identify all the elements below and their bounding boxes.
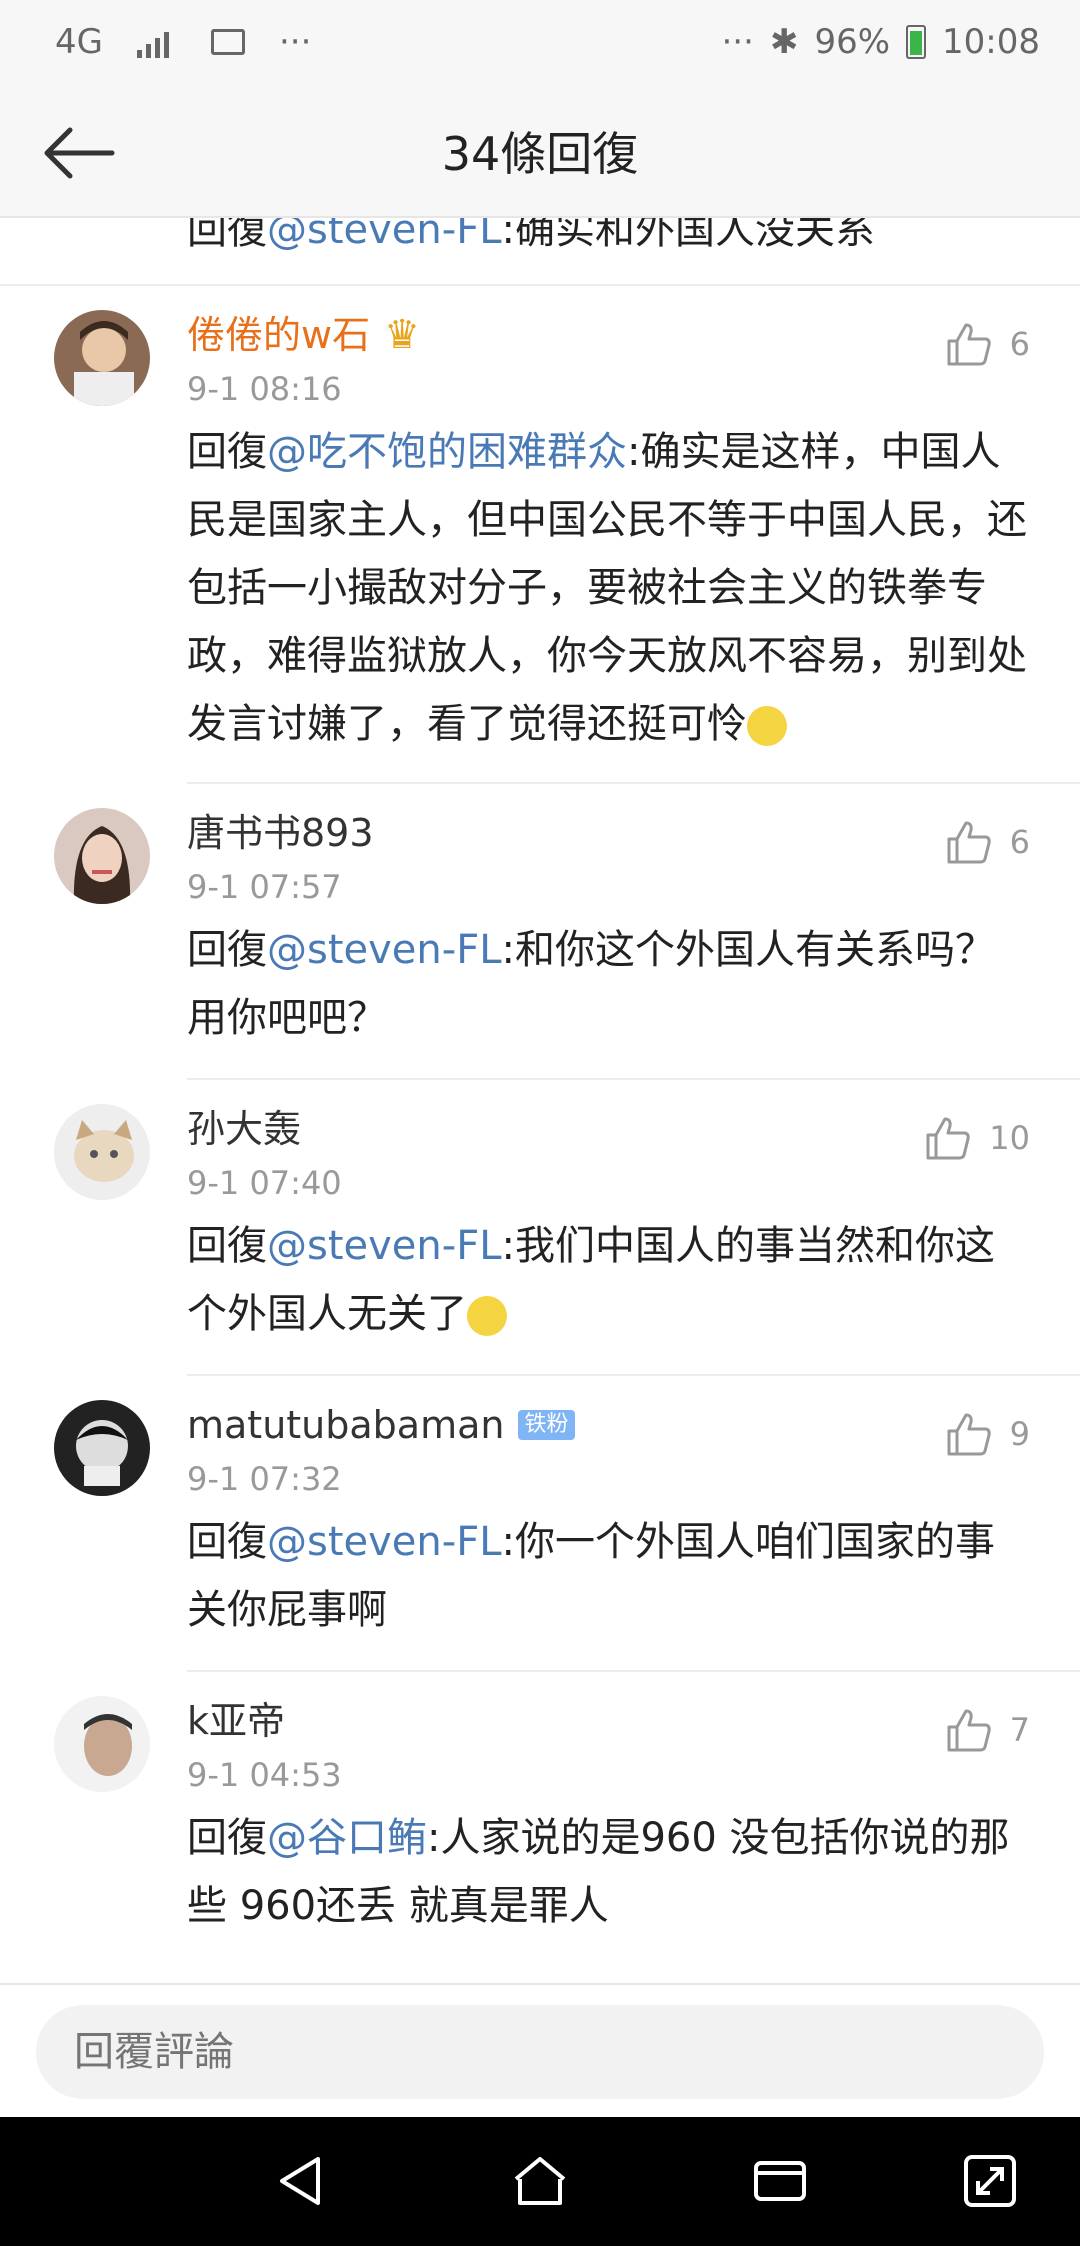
avatar[interactable] (54, 1104, 150, 1200)
mention-link[interactable]: @谷口鲔 (267, 1815, 427, 1861)
username[interactable]: k亚帝 (187, 1696, 285, 1746)
comment-body: 回復@吃不饱的困难群众:确实是这样，中国人民是国家主人，但中国公民不等于中国人民… (187, 418, 1080, 782)
comment-text: :确实和外国人没关系 (501, 218, 875, 253)
fan-badge: 铁粉 (518, 1410, 575, 1440)
thumbs-up-icon (947, 323, 991, 366)
avatar[interactable] (54, 1696, 150, 1792)
like-count: 9 (1009, 1415, 1030, 1453)
comment-item: 孙大轰 9-1 07:40 10 回復@steven-FL:我们中国人的事当然和… (54, 1080, 1080, 1376)
crown-icon: ♛ (384, 312, 420, 358)
comment-item: 唐书书893 9-1 07:57 6 回復@steven-FL:和你这个外国人有… (54, 784, 1080, 1080)
mention-link[interactable]: @steven-FL (267, 927, 502, 973)
nav-screen-toggle-icon[interactable] (960, 2151, 1020, 2211)
timestamp: 9-1 07:57 (187, 868, 342, 906)
grin-emoji-icon (467, 1296, 507, 1336)
mention-link[interactable]: @steven-FL (267, 1519, 502, 1565)
comment-item: matutubabaman 铁粉 9-1 07:32 9 回復@steven-F… (54, 1376, 1080, 1672)
reply-prefix: 回復 (187, 927, 267, 973)
username[interactable]: 倦倦的w石 (187, 310, 370, 360)
comment-item: k亚帝 9-1 04:53 7 回復@谷口鲔:人家说的是960 没包括你说的那些… (54, 1672, 1080, 1966)
battery-icon (906, 25, 927, 59)
comment-body: 回復@steven-FL:你一个外国人咱们国家的事关你屁事啊 (187, 1508, 1080, 1668)
image-notification-icon (210, 29, 245, 55)
network-indicator: 4G (55, 22, 103, 62)
thumbs-up-icon (947, 1413, 991, 1456)
like-button[interactable]: 10 (925, 1116, 1030, 1160)
timestamp: 9-1 07:40 (187, 1164, 342, 1202)
username[interactable]: 唐书书893 (187, 808, 374, 858)
like-count: 7 (1009, 1711, 1030, 1749)
like-count: 6 (1009, 325, 1030, 363)
signal-icon (136, 26, 177, 58)
reply-prefix: 回復 (187, 1223, 267, 1269)
timestamp: 9-1 08:16 (187, 370, 342, 408)
title-bar: 34條回復 (0, 90, 1080, 218)
avatar[interactable] (54, 310, 150, 406)
bluetooth-icon: ✱ (769, 22, 799, 62)
like-count: 6 (1009, 823, 1030, 861)
like-button[interactable]: 6 (946, 820, 1030, 864)
reply-prefix: 回復 (187, 1519, 267, 1565)
list-item-partial: 回復@steven-FL:确实和外国人没关系 (0, 218, 1080, 286)
avatar[interactable] (54, 808, 150, 904)
reply-bar (0, 1983, 1080, 2117)
thumbs-up-icon (947, 1709, 991, 1752)
more-notifications-icon: ··· (278, 22, 312, 62)
nav-home-icon[interactable] (510, 2151, 570, 2211)
username[interactable]: matutubabaman (187, 1400, 504, 1450)
sad-emoji-icon (747, 706, 787, 746)
battery-percent: 96% (814, 22, 891, 62)
mention-link[interactable]: @steven-FL (267, 1223, 502, 1269)
more-status-icon: ··· (721, 22, 754, 62)
nav-recents-icon[interactable] (750, 2151, 810, 2211)
reply-prefix: 回復 (187, 1815, 267, 1861)
thumbs-up-icon (926, 1117, 970, 1160)
timestamp: 9-1 07:32 (187, 1460, 342, 1498)
avatar[interactable] (54, 1400, 150, 1496)
username[interactable]: 孙大轰 (187, 1104, 301, 1154)
thumbs-up-icon (947, 821, 991, 864)
comment-text: :确实是这样，中国人民是国家主人，但中国公民不等于中国人民，还包括一小撮敌对分子… (187, 429, 1027, 747)
mention-link[interactable]: @吃不饱的困难群众 (267, 429, 627, 475)
mention-link[interactable]: @steven-FL (267, 218, 502, 253)
reply-prefix: 回復 (187, 218, 267, 253)
status-bar: 4G ··· ··· ✱ 96% 10:08 (0, 0, 1080, 90)
like-button[interactable]: 6 (946, 322, 1030, 366)
comment-item: 倦倦的w石 ♛ 9-1 08:16 6 回復@吃不饱的困难群众:确实是这样，中国… (54, 286, 1080, 784)
page-title: 34條回復 (441, 127, 639, 181)
like-button[interactable]: 7 (946, 1708, 1030, 1752)
system-nav-bar (0, 2117, 1080, 2246)
comment-body: 回復@steven-FL:我们中国人的事当然和你这个外国人无关了 (187, 1212, 1080, 1372)
comment-list[interactable]: 回復@steven-FL:确实和外国人没关系 倦倦的w石 ♛ 9-1 08:16… (0, 218, 1080, 1983)
reply-prefix: 回復 (187, 429, 267, 475)
nav-back-icon[interactable] (270, 2151, 330, 2211)
comment-body: 回復@谷口鲔:人家说的是960 没包括你说的那些 960还丢 就真是罪人 (187, 1804, 1080, 1964)
clock: 10:08 (942, 22, 1040, 62)
comment-body: 回復@steven-FL:和你这个外国人有关系吗？用你吧吧？ (187, 916, 1080, 1076)
reply-input[interactable] (36, 2005, 1044, 2099)
like-button[interactable]: 9 (946, 1412, 1030, 1456)
timestamp: 9-1 04:53 (187, 1756, 342, 1794)
like-count: 10 (989, 1119, 1030, 1157)
